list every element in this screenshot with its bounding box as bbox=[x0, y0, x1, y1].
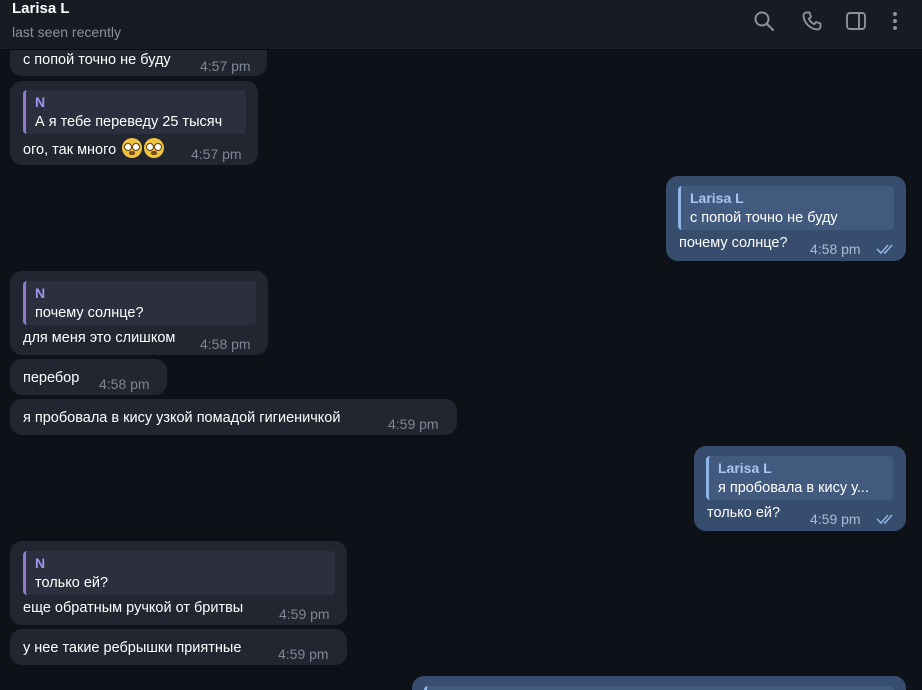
message-text: почему солнце? bbox=[679, 235, 788, 251]
message-bubble[interactable]: N почему солнце? для меня это слишком 4:… bbox=[10, 271, 268, 355]
read-checkmark-icon bbox=[876, 242, 898, 256]
message-bubble[interactable]: Larisa L с попой точно не буду почему со… bbox=[666, 176, 906, 261]
reply-author: N bbox=[35, 285, 46, 301]
reply-quote[interactable]: N только ей? bbox=[23, 551, 335, 595]
reply-quote[interactable] bbox=[424, 686, 894, 690]
message-time: 4:59 pm bbox=[388, 416, 439, 432]
message-time: 4:58 pm bbox=[99, 376, 150, 392]
message-time: 4:57 pm bbox=[200, 58, 251, 74]
phone-icon[interactable] bbox=[800, 9, 824, 33]
message-bubble[interactable]: N А я тебе переведу 25 тысяч ого, так мн… bbox=[10, 81, 258, 165]
message-bubble[interactable]: у нее такие ребрышки приятные 4:59 pm bbox=[10, 629, 347, 665]
reply-author: Larisa L bbox=[690, 190, 744, 206]
reply-author: N bbox=[35, 555, 46, 571]
message-text: только ей? bbox=[707, 505, 781, 521]
message-time: 4:59 pm bbox=[278, 646, 329, 662]
message-bubble[interactable] bbox=[412, 676, 906, 690]
message-text: еще обратным ручкой от бритвы bbox=[23, 600, 244, 616]
flushed-face-emoji bbox=[144, 138, 165, 158]
message-time: 4:59 pm bbox=[810, 511, 861, 527]
search-icon[interactable] bbox=[752, 9, 776, 33]
reply-text: с попой точно не буду bbox=[690, 210, 838, 226]
contact-status: last seen recently bbox=[12, 24, 121, 40]
message-text: у нее такие ребрышки приятные bbox=[23, 640, 242, 656]
reply-text: только ей? bbox=[35, 575, 109, 591]
message-text: ого, так много bbox=[23, 138, 165, 159]
reply-text: я пробовала в кису у... bbox=[718, 480, 869, 496]
message-time: 4:57 pm bbox=[191, 146, 242, 162]
message-bubble[interactable]: я пробовала в кису узкой помадой гигиени… bbox=[10, 399, 457, 435]
reply-quote[interactable]: Larisa L с попой точно не буду bbox=[678, 186, 894, 230]
reply-author: N bbox=[35, 94, 46, 110]
message-bubble[interactable]: Larisa L я пробовала в кису у... только … bbox=[694, 446, 906, 531]
chat-header: Larisa L last seen recently bbox=[0, 0, 922, 50]
message-text: для меня это слишком bbox=[23, 330, 176, 346]
message-text: я пробовала в кису узкой помадой гигиени… bbox=[23, 410, 341, 426]
reply-text: А я тебе переведу 25 тысяч bbox=[35, 114, 223, 130]
message-bubble[interactable]: перебор 4:58 pm bbox=[10, 359, 167, 395]
reply-text: почему солнце? bbox=[35, 305, 144, 321]
contact-name[interactable]: Larisa L bbox=[12, 0, 70, 18]
more-icon[interactable] bbox=[883, 9, 907, 33]
reply-quote[interactable]: N почему солнце? bbox=[23, 281, 256, 325]
message-text: с попой точно не буду bbox=[23, 52, 171, 68]
message-time: 4:58 pm bbox=[200, 336, 251, 352]
reply-quote[interactable]: Larisa L я пробовала в кису у... bbox=[706, 456, 893, 500]
flushed-face-emoji bbox=[122, 138, 143, 158]
reply-quote[interactable]: N А я тебе переведу 25 тысяч bbox=[23, 90, 246, 134]
sidebar-toggle-icon[interactable] bbox=[844, 9, 868, 33]
message-bubble[interactable]: N только ей? еще обратным ручкой от брит… bbox=[10, 541, 347, 625]
message-time: 4:59 pm bbox=[279, 606, 330, 622]
read-checkmark-icon bbox=[876, 512, 898, 526]
message-time: 4:58 pm bbox=[810, 241, 861, 257]
message-text-body: ого, так много bbox=[23, 142, 117, 158]
reply-author: Larisa L bbox=[718, 460, 772, 476]
message-list[interactable]: с попой точно не буду 4:57 pm N А я тебе… bbox=[0, 0, 922, 690]
message-text: перебор bbox=[23, 370, 80, 386]
